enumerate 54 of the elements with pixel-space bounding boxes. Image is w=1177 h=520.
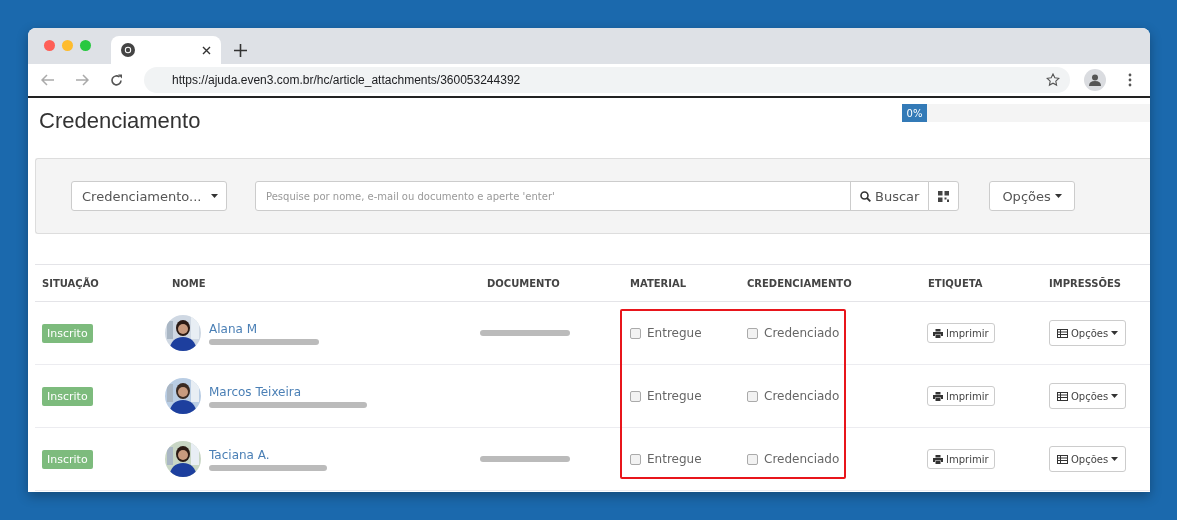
printer-icon (933, 328, 943, 338)
caret-icon (1054, 194, 1062, 198)
printer-icon (933, 454, 943, 464)
address-bar[interactable]: https://ajuda.even3.com.br/hc/article_attachments/360053244392 (144, 67, 1070, 93)
browser-tab[interactable] (111, 36, 221, 64)
credential-checkbox[interactable]: Credenciado (747, 326, 840, 340)
participant-name[interactable]: Marcos Teixeira (209, 384, 367, 399)
table-icon (1057, 328, 1068, 338)
column-header: NOME (171, 277, 207, 289)
reload-icon (109, 73, 123, 87)
qr-code-button[interactable] (928, 181, 960, 211)
caret-icon (1111, 331, 1119, 335)
credential-checkbox[interactable]: Credenciado (747, 389, 840, 403)
search-icon (860, 190, 871, 202)
print-label-button[interactable]: Imprimir (927, 449, 995, 469)
profile-button[interactable] (1084, 69, 1106, 91)
filter-select[interactable]: Credenciamento... (71, 181, 227, 211)
search-field[interactable]: Pesquise por nome, e-mail ou documento e aperte 'enter' (255, 181, 851, 211)
participant-name[interactable]: Taciana A. (209, 447, 327, 462)
column-header: SITUAÇÃO (41, 277, 100, 289)
column-header: MATERIAL (629, 277, 688, 289)
column-header: IMPRESSÕES (1048, 277, 1123, 289)
status-badge: Inscrito (42, 449, 93, 469)
table-icon (1057, 454, 1068, 464)
column-header: DOCUMENTO (486, 277, 561, 289)
person-icon (1089, 74, 1101, 86)
material-checkbox[interactable]: Entregue (630, 389, 702, 403)
caret-icon (1111, 394, 1119, 398)
print-label-button[interactable]: Imprimir (927, 386, 995, 406)
status-badge: Inscrito (42, 323, 93, 343)
material-checkbox[interactable]: Entregue (630, 326, 702, 340)
table-icon (1057, 391, 1068, 401)
column-header: CREDENCIAMENTO (746, 277, 853, 289)
column-header: ETIQUETA (927, 277, 984, 289)
printer-icon (933, 391, 943, 401)
qr-code-icon (938, 190, 950, 202)
page-title: Credenciamento (39, 108, 201, 134)
star-icon[interactable] (1046, 73, 1060, 87)
status-badge: Inscrito (42, 386, 93, 406)
plus-icon (233, 43, 247, 57)
print-label-button[interactable]: Imprimir (927, 323, 995, 343)
print-options-button[interactable]: Opções (1049, 320, 1127, 346)
print-options-button[interactable]: Opções (1049, 446, 1127, 472)
credential-checkbox[interactable]: Credenciado (747, 452, 840, 466)
material-checkbox[interactable]: Entregue (630, 452, 702, 466)
print-options-button[interactable]: Opções (1049, 383, 1127, 409)
options-button[interactable]: Opções (989, 181, 1075, 211)
search-button[interactable]: Buscar (850, 181, 930, 211)
caret-icon (1111, 457, 1119, 461)
browser-logo-icon (121, 43, 135, 57)
progress-fill: 0% (902, 104, 927, 122)
participant-name[interactable]: Alana M (209, 321, 319, 336)
close-icon[interactable] (202, 45, 211, 55)
caret-icon (211, 194, 218, 198)
